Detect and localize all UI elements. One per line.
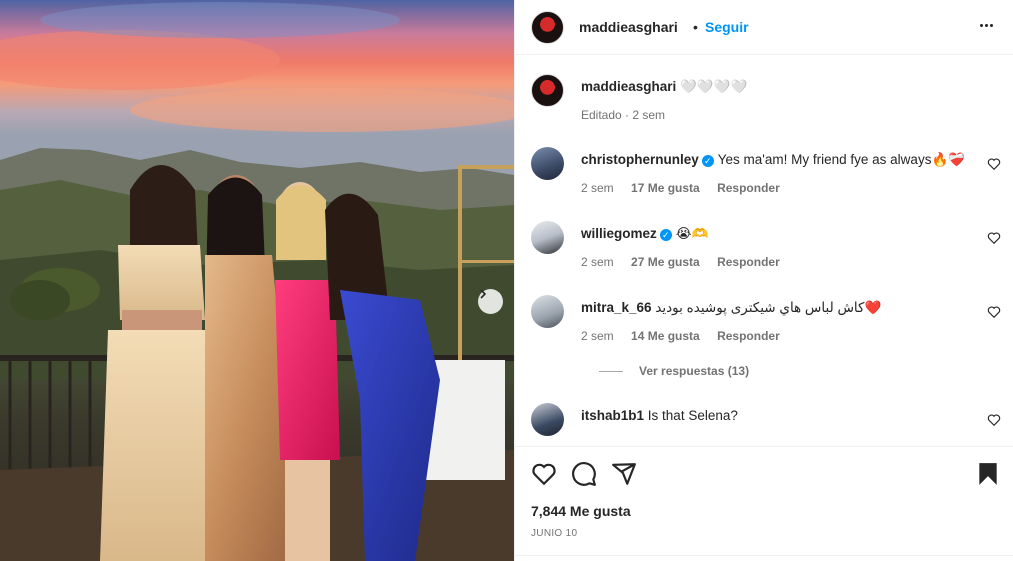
- post-date: JUNIO 10: [531, 528, 578, 539]
- avatar[interactable]: [531, 11, 564, 44]
- comment-text: Is that Selena?: [647, 408, 738, 423]
- caption-text: 🤍🤍🤍🤍: [680, 79, 748, 94]
- avatar[interactable]: [531, 403, 564, 436]
- photo-illustration: [0, 0, 514, 561]
- avatar[interactable]: [531, 221, 564, 254]
- heart-icon[interactable]: [987, 305, 1001, 319]
- comment-text: كاش لباس هاي شيكترى پوشيده بوديد❤️: [655, 300, 882, 315]
- post-modal: maddieasghari • Seguir maddieasghari 🤍🤍🤍…: [0, 0, 1013, 561]
- follow-button[interactable]: Seguir: [705, 19, 749, 35]
- comments-list[interactable]: maddieasghari 🤍🤍🤍🤍 Editado · 2 sem chris…: [515, 56, 1013, 445]
- comment-username[interactable]: mitra_k_66: [581, 300, 652, 315]
- heart-icon[interactable]: [987, 231, 1001, 245]
- replies-divider: [599, 371, 623, 373]
- comment-username[interactable]: itshab1b1: [581, 408, 644, 423]
- caption-username[interactable]: maddieasghari: [581, 79, 676, 94]
- avatar[interactable]: [531, 147, 564, 180]
- post-image[interactable]: [0, 0, 514, 561]
- post-side-panel: maddieasghari • Seguir maddieasghari 🤍🤍🤍…: [514, 0, 1013, 561]
- verified-badge-icon: ✓: [659, 229, 672, 241]
- author-username[interactable]: maddieasghari: [579, 19, 678, 35]
- reply-button[interactable]: Responder: [717, 329, 780, 343]
- reply-button[interactable]: Responder: [717, 255, 780, 269]
- more-options-icon[interactable]: [975, 14, 997, 36]
- comment-time[interactable]: 2 sem: [581, 329, 614, 343]
- post-header: maddieasghari • Seguir: [515, 0, 1013, 55]
- comment-username[interactable]: williegomez: [581, 226, 657, 241]
- likes-count[interactable]: 7,844 Me gusta: [531, 503, 631, 519]
- heart-icon[interactable]: [987, 413, 1001, 427]
- comment-likes[interactable]: 17 Me gusta: [631, 181, 700, 195]
- heart-icon[interactable]: [531, 461, 557, 487]
- avatar[interactable]: [531, 295, 564, 328]
- comment-likes[interactable]: 27 Me gusta: [631, 255, 700, 269]
- reply-button[interactable]: Responder: [717, 181, 780, 195]
- view-replies-label: Ver respuestas (13): [639, 364, 750, 378]
- view-replies-button[interactable]: Ver respuestas (13): [599, 364, 749, 378]
- comment-time[interactable]: 2 sem: [581, 255, 614, 269]
- comment-text: Yes ma'am! My friend fye as always🔥❤️‍🩹: [717, 152, 966, 167]
- share-icon[interactable]: [611, 461, 637, 487]
- comment-username[interactable]: christophernunley: [581, 152, 699, 167]
- comment-likes[interactable]: 14 Me gusta: [631, 329, 700, 343]
- bookmark-icon[interactable]: [975, 461, 1001, 487]
- post-actions: 7,844 Me gusta JUNIO 10: [515, 446, 1013, 561]
- separator-dot: •: [693, 19, 698, 35]
- comment-icon[interactable]: [571, 461, 597, 487]
- carousel-next-button[interactable]: [478, 289, 503, 314]
- avatar[interactable]: [531, 74, 564, 107]
- verified-badge-icon: ✓: [701, 155, 714, 167]
- chevron-right-icon: [480, 289, 487, 299]
- caption-edited: Editado · 2 sem: [581, 108, 666, 122]
- comment-time[interactable]: 2 sem: [581, 181, 614, 195]
- divider: [515, 555, 1013, 556]
- heart-icon[interactable]: [987, 157, 1001, 171]
- comment-text: 😭🫶: [675, 226, 709, 241]
